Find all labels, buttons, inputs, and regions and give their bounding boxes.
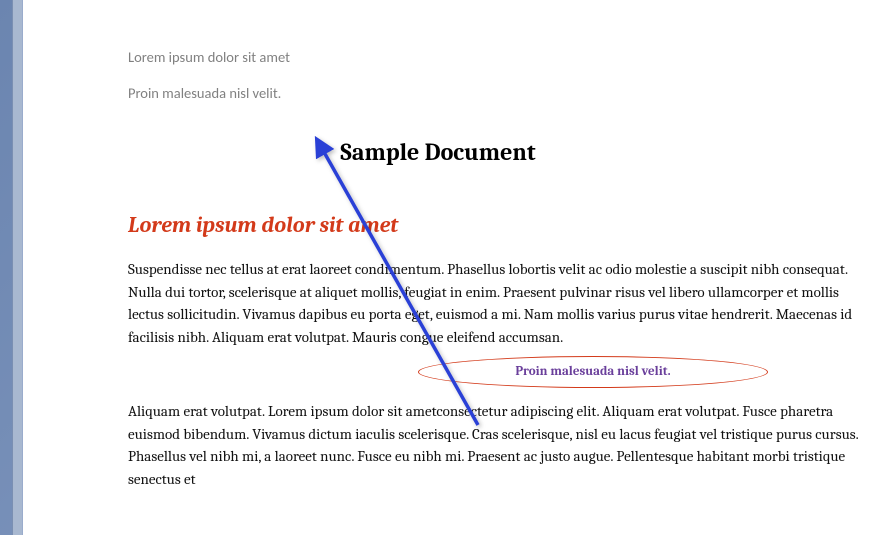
document-page[interactable]: Lorem ipsum dolor sit amet Proin malesua…	[22, 0, 875, 535]
callout-text[interactable]: Proin malesuada nisl velit.	[418, 358, 768, 386]
body-paragraph-1[interactable]: Suspendisse nec tellus at erat laoreet c…	[128, 258, 875, 348]
document-title[interactable]: Sample Document	[128, 138, 748, 166]
heading-1[interactable]: Lorem ipsum dolor sit amet	[128, 212, 875, 238]
page-header-line-1: Lorem ipsum dolor sit amet	[128, 48, 875, 66]
body-paragraph-2[interactable]: Aliquam erat volutpat. Lorem ipsum dolor…	[128, 400, 875, 490]
page-header-line-2: Proin malesuada nisl velit.	[128, 84, 875, 102]
callout-container: Proin malesuada nisl velit.	[128, 358, 875, 394]
